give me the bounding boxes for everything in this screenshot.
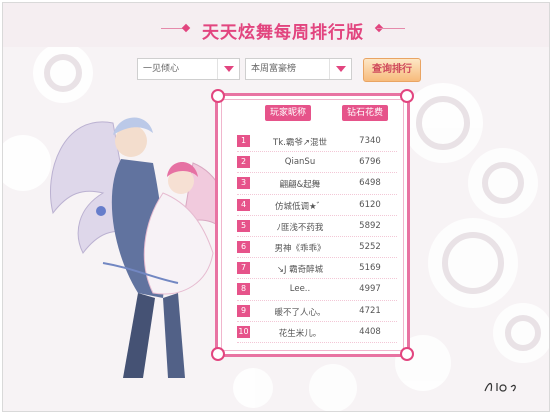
column-header-player-name: 玩家昵称 (265, 105, 311, 121)
player-name: 仿城低调★゛ (274, 201, 326, 212)
player-name: Tk.霸爷↗混世 (273, 138, 327, 148)
rank-badge: 10 (237, 325, 250, 338)
diamond-value: 4997 (359, 284, 381, 295)
server-select-value: 一见倾心 (143, 64, 180, 74)
player-name: Lee.. (289, 284, 311, 295)
ranking-type-select[interactable]: 本周富豪榜 (245, 58, 352, 80)
diamond-value: 6120 (359, 199, 381, 210)
dancer-couple-illustration (50, 117, 230, 378)
title-decoration-right (377, 28, 405, 29)
diamond-value: 4408 (359, 326, 381, 337)
rank-badge: 1 (237, 135, 250, 147)
rank-badge: 9 (237, 304, 250, 317)
chevron-down-icon[interactable] (217, 59, 239, 79)
rank-badge: 7 (237, 262, 250, 275)
server-select[interactable]: 一见倾心 (137, 58, 240, 80)
diamond-value: 6498 (359, 178, 381, 189)
diamond-value: 5252 (359, 241, 381, 252)
header-bar: 天天炫舞每周排行版 (3, 3, 549, 47)
ranking-type-select-value: 本周富豪榜 (251, 64, 297, 74)
column-header-diamond-spent: 钻石花费 (342, 105, 388, 121)
table-row: 10 花生米儿。 4408 (237, 322, 397, 343)
table-row: 1 Tk.霸爷↗混世 7340 (237, 131, 397, 153)
rank-badge: 4 (237, 198, 250, 211)
player-name: ↘J 霸奇醉城 (276, 265, 324, 276)
diamond-value: 5169 (359, 263, 381, 274)
table-row: 8 Lee.. 4997 (237, 279, 397, 301)
ranking-panel: 玩家昵称 钻石花费 1 Tk.霸爷↗混世 7340 2 QianSu 6796 3 翩翩&… (211, 89, 414, 361)
corner-ornament-icon (400, 89, 414, 103)
table-row: 9 暖不了人心。 4721 (237, 301, 397, 322)
rank-badge: 8 (237, 283, 250, 296)
signature-icon (484, 382, 516, 392)
player-name: 花生米儿。 (278, 328, 322, 339)
corner-ornament-icon (211, 89, 225, 103)
rank-badge: 6 (237, 240, 250, 253)
corner-ornament-icon (400, 347, 414, 361)
ranking-list: 1 Tk.霸爷↗混世 7340 2 QianSu 6796 3 翩翩&起舞 6498 4 仿城… (237, 131, 397, 343)
rank-badge: 3 (237, 177, 250, 190)
player-name: 男神《乖乖》 (274, 243, 326, 254)
player-name: QianSu (284, 157, 316, 168)
table-row: 4 仿城低调★゛ 6120 (237, 195, 397, 216)
diamond-value: 7340 (359, 136, 381, 146)
table-row: 6 男神《乖乖》 5252 (237, 237, 397, 259)
player-name: ﾉ匪浅不药我 (276, 222, 324, 233)
page-frame: 天天炫舞每周排行版 一见倾心 本周富豪榜 查询排行 玩家昵称 钻石花费 1 Tk… (2, 2, 550, 412)
player-name: 翩翩&起舞 (279, 180, 321, 191)
corner-ornament-icon (211, 347, 225, 361)
diamond-value: 4721 (359, 305, 381, 316)
table-row: 3 翩翩&起舞 6498 (237, 173, 397, 195)
rank-badge: 5 (237, 219, 250, 232)
diamond-value: 6796 (359, 157, 381, 168)
table-row: 5 ﾉ匪浅不药我 5892 (237, 216, 397, 237)
table-row: 7 ↘J 霸奇醉城 5169 (237, 258, 397, 280)
query-ranking-button[interactable]: 查询排行 (363, 58, 421, 82)
chevron-down-icon[interactable] (329, 59, 351, 79)
table-row: 2 QianSu 6796 (237, 152, 397, 174)
page-title: 天天炫舞每周排行版 (202, 23, 364, 43)
title-diamond-left (181, 23, 191, 33)
player-name: 暖不了人心。 (274, 307, 326, 318)
diamond-value: 5892 (359, 220, 381, 231)
rank-badge: 2 (237, 156, 250, 169)
